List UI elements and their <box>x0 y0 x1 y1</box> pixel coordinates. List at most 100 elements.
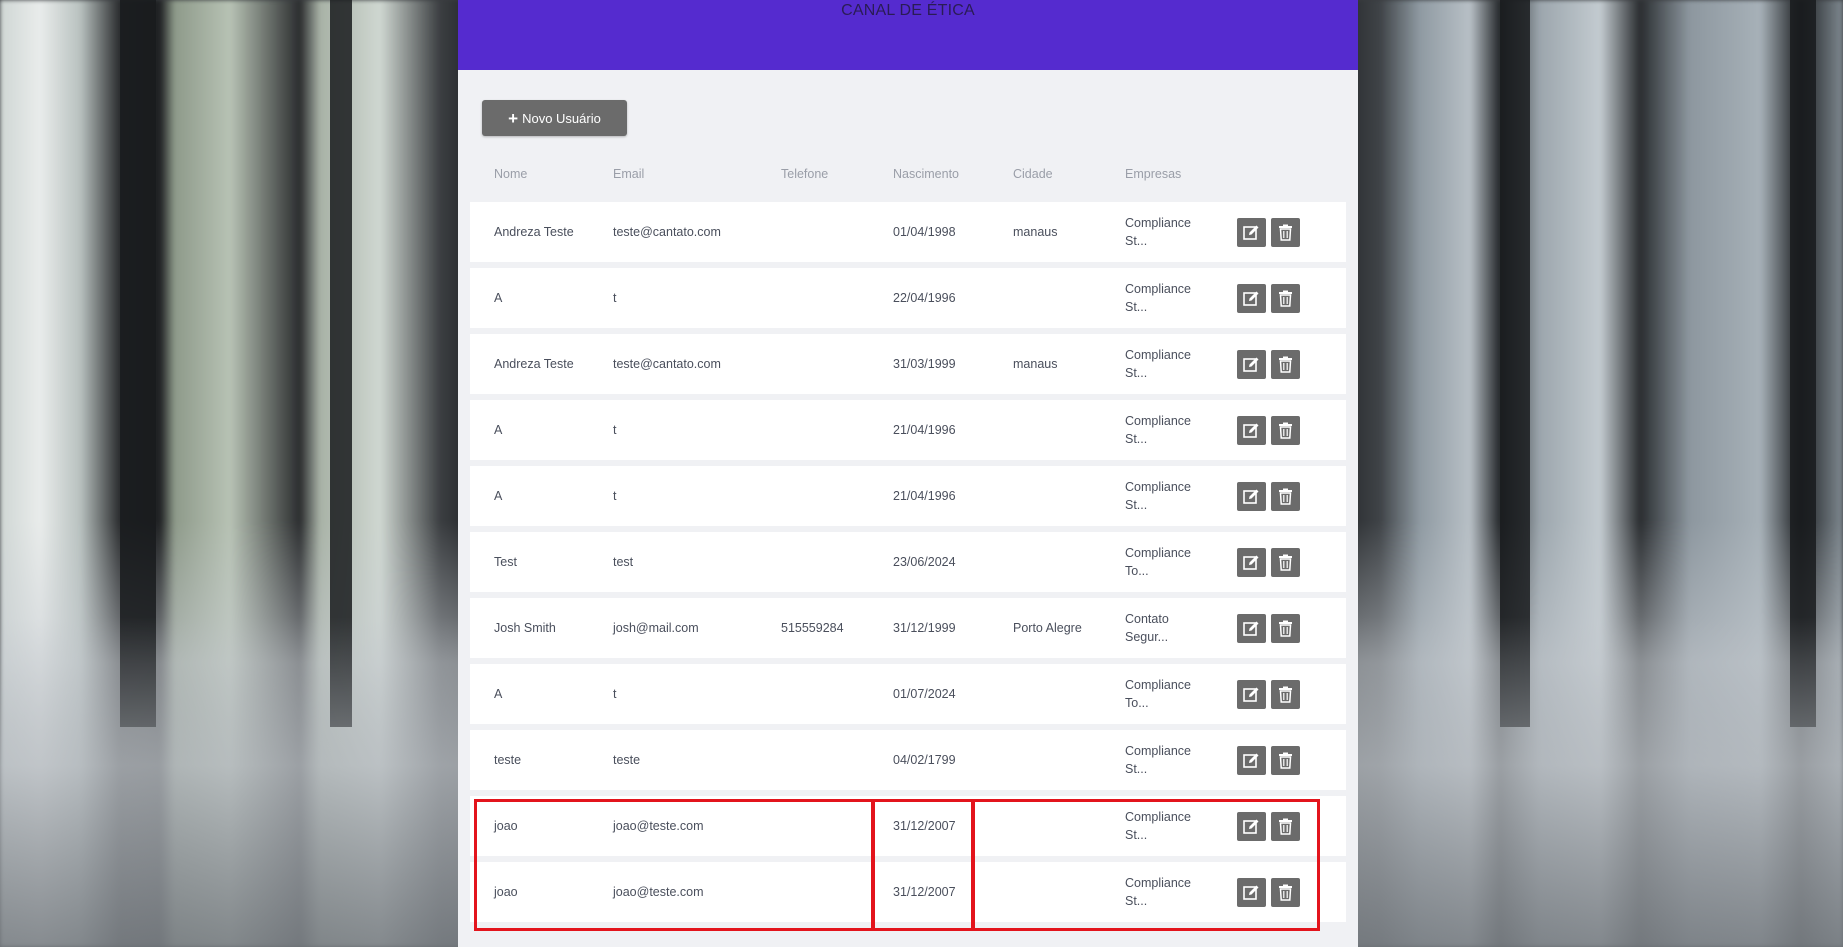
edit-button[interactable] <box>1237 614 1266 643</box>
cell-email: teste@cantato.com <box>613 357 721 371</box>
edit-button[interactable] <box>1237 548 1266 577</box>
cell-nascimento: 23/06/2024 <box>893 555 956 569</box>
cell-empresas: Compliance St... <box>1125 414 1192 446</box>
cell-empresas: Compliance St... <box>1125 216 1192 248</box>
column-header-nascimento: Nascimento <box>893 167 959 181</box>
row-actions <box>1237 482 1300 511</box>
column-header-nome: Nome <box>494 167 528 181</box>
edit-button[interactable] <box>1237 218 1266 247</box>
column-header-telefone: Telefone <box>781 167 829 181</box>
delete-button[interactable] <box>1271 218 1300 247</box>
highlight-box-empresas <box>972 799 1320 931</box>
table-row: teste teste 04/02/1799 Compliance St... <box>470 730 1346 790</box>
cell-email: t <box>613 687 617 701</box>
cell-nome: teste <box>494 753 522 767</box>
cell-nascimento: 04/02/1799 <box>893 753 956 767</box>
row-actions <box>1237 614 1300 643</box>
edit-button[interactable] <box>1237 416 1266 445</box>
cell-email: test <box>613 555 634 569</box>
highlight-box-name-email <box>474 799 874 931</box>
new-user-label: Novo Usuário <box>522 110 601 126</box>
edit-icon <box>1243 290 1260 307</box>
cell-cidade: manaus <box>1013 357 1058 371</box>
cell-nome: A <box>494 489 503 503</box>
cell-nascimento: 31/12/1999 <box>893 621 956 635</box>
trash-icon <box>1278 620 1293 637</box>
row-actions <box>1237 284 1300 313</box>
cell-telefone <box>781 268 881 328</box>
row-actions <box>1237 350 1300 379</box>
cell-nascimento: 22/04/1996 <box>893 291 956 305</box>
edit-button[interactable] <box>1237 746 1266 775</box>
cell-telefone <box>781 202 881 262</box>
cell-telefone <box>781 664 881 724</box>
row-actions <box>1237 218 1300 247</box>
row-actions <box>1237 548 1300 577</box>
cell-empresas: Contato Segur... <box>1125 612 1169 644</box>
cell-cidade: manaus <box>1013 225 1058 239</box>
trash-icon <box>1278 752 1293 769</box>
trash-icon <box>1278 422 1293 439</box>
column-header-cidade: Cidade <box>1013 167 1053 181</box>
new-user-button[interactable]: + Novo Usuário <box>482 100 627 136</box>
cell-cidade <box>1013 268 1113 328</box>
cell-telefone <box>781 532 881 592</box>
table-row: Test test 23/06/2024 Compliance To... <box>470 532 1346 592</box>
cell-nascimento: 31/03/1999 <box>893 357 956 371</box>
table-row: Andreza Teste teste@cantato.com 01/04/1998… <box>470 202 1346 262</box>
edit-button[interactable] <box>1237 350 1266 379</box>
table-row: At 21/04/1996 Compliance St... <box>470 466 1346 526</box>
cell-cidade <box>1013 400 1113 460</box>
cell-telefone <box>781 400 881 460</box>
trash-icon <box>1278 356 1293 373</box>
edit-button[interactable] <box>1237 284 1266 313</box>
edit-icon <box>1243 224 1260 241</box>
edit-icon <box>1243 686 1260 703</box>
column-header-email: Email <box>613 167 645 181</box>
delete-button[interactable] <box>1271 482 1300 511</box>
cell-empresas: Compliance St... <box>1125 282 1192 314</box>
table-row: Andreza Teste teste@cantato.com 31/03/1999… <box>470 334 1346 394</box>
edit-icon <box>1243 554 1260 571</box>
cell-email: teste@cantato.com <box>613 225 721 239</box>
row-actions <box>1237 746 1300 775</box>
cell-telefone: 515559284 <box>781 621 844 635</box>
cell-email: t <box>613 423 617 437</box>
cell-empresas: Compliance St... <box>1125 744 1192 776</box>
cell-cidade <box>1013 532 1113 592</box>
cell-empresas: Compliance To... <box>1125 678 1192 710</box>
trash-icon <box>1278 554 1293 571</box>
cell-email: teste <box>613 753 641 767</box>
cell-telefone <box>781 334 881 394</box>
cell-nome: Test <box>494 555 517 569</box>
edit-button[interactable] <box>1237 482 1266 511</box>
cell-nome: Josh Smith <box>494 621 556 635</box>
cell-telefone <box>781 730 881 790</box>
cell-email: t <box>613 291 617 305</box>
edit-icon <box>1243 488 1260 505</box>
delete-button[interactable] <box>1271 416 1300 445</box>
delete-button[interactable] <box>1271 548 1300 577</box>
delete-button[interactable] <box>1271 284 1300 313</box>
cell-cidade <box>1013 466 1113 526</box>
edit-button[interactable] <box>1237 680 1266 709</box>
cell-nome: A <box>494 687 503 701</box>
delete-button[interactable] <box>1271 680 1300 709</box>
delete-button[interactable] <box>1271 614 1300 643</box>
cell-empresas: Compliance St... <box>1125 480 1192 512</box>
edit-icon <box>1243 620 1260 637</box>
delete-button[interactable] <box>1271 350 1300 379</box>
delete-button[interactable] <box>1271 746 1300 775</box>
edit-icon <box>1243 752 1260 769</box>
cell-email: t <box>613 489 617 503</box>
cell-nascimento: 21/04/1996 <box>893 489 956 503</box>
cell-cidade: Porto Alegre <box>1013 621 1082 635</box>
trash-icon <box>1278 224 1293 241</box>
cell-email: josh@mail.com <box>613 621 699 635</box>
plus-icon: + <box>508 108 519 128</box>
cell-nascimento: 21/04/1996 <box>893 423 956 437</box>
highlight-box-nascimento <box>872 799 974 931</box>
cell-cidade <box>1013 664 1113 724</box>
edit-icon <box>1243 356 1260 373</box>
table-row: Josh Smith josh@mail.com 515559284 31/12/19… <box>470 598 1346 658</box>
